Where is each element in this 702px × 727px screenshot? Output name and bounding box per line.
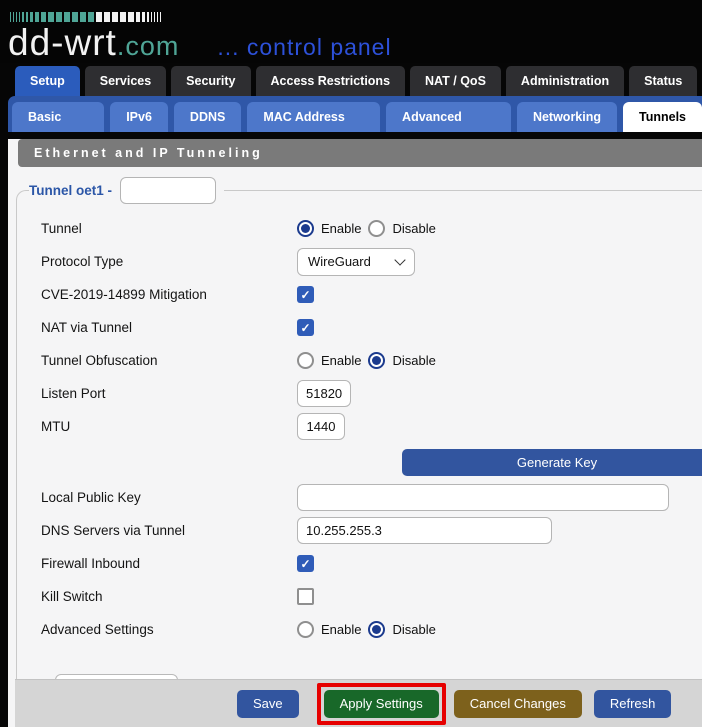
subtab-basic-setup[interactable]: Basic Setup <box>12 102 104 132</box>
firewall-inbound-label: Firewall Inbound <box>41 556 297 571</box>
firewall-inbound-checkbox[interactable] <box>297 555 314 572</box>
subtab-networking[interactable]: Networking <box>517 102 617 132</box>
row-firewall-inbound: Firewall Inbound <box>29 547 702 580</box>
tunnel-enable-radio[interactable] <box>297 220 314 237</box>
local-public-key-label: Local Public Key <box>41 490 297 505</box>
tunnel-disable-radio[interactable] <box>368 220 385 237</box>
kill-switch-checkbox[interactable] <box>297 588 314 605</box>
control-panel-tagline: ... control panel <box>217 34 391 61</box>
tab-security[interactable]: Security <box>171 66 250 96</box>
chevron-down-icon <box>394 254 405 265</box>
red-highlight-annotation: Apply Settings <box>317 683 446 725</box>
tunnel-oet1-label: Tunnel oet1 - <box>29 183 112 198</box>
subtab-mac-address-clone[interactable]: MAC Address Clone <box>247 102 380 132</box>
logo-dotcom: .com <box>117 31 180 62</box>
mtu-label: MTU <box>41 419 297 434</box>
row-dns-servers: DNS Servers via Tunnel <box>29 514 702 547</box>
nat-via-tunnel-label: NAT via Tunnel <box>41 320 297 335</box>
content-area: Ethernet and IP Tunneling Tunnel oet1 - … <box>8 139 702 727</box>
listen-port-input[interactable] <box>297 380 351 407</box>
main-tab-bar: Setup Services Security Access Restricti… <box>15 66 702 96</box>
row-listen-port: Listen Port <box>29 377 702 410</box>
advanced-disable-label: Disable <box>392 622 435 637</box>
row-generate-key: Generate Key <box>29 443 702 481</box>
row-mtu: MTU <box>29 410 702 443</box>
protocol-type-label: Protocol Type <box>41 254 297 269</box>
subtab-ipv6[interactable]: IPv6 <box>110 102 168 132</box>
mtu-input[interactable] <box>297 413 345 440</box>
row-nat-via-tunnel: NAT via Tunnel <box>29 311 702 344</box>
dns-servers-input[interactable] <box>297 517 552 544</box>
cancel-changes-button[interactable]: Cancel Changes <box>454 690 582 718</box>
obfuscation-disable-label: Disable <box>392 353 435 368</box>
row-protocol-type: Protocol Type WireGuard <box>29 245 702 278</box>
nat-via-tunnel-checkbox[interactable] <box>297 319 314 336</box>
cve-mitigation-label: CVE-2019-14899 Mitigation <box>41 287 297 302</box>
obfuscation-enable-radio[interactable] <box>297 352 314 369</box>
sub-tab-bar: Basic Setup IPv6 DDNS MAC Address Clone … <box>8 96 702 132</box>
footer-action-bar: Save Apply Settings Cancel Changes Refre… <box>15 679 702 727</box>
tunnel-obfuscation-label: Tunnel Obfuscation <box>41 353 297 368</box>
subtab-tunnels[interactable]: Tunnels <box>623 102 702 132</box>
tunnel-oet1-fieldset: Tunnel oet1 - Tunnel Enable Disable Prot… <box>16 177 702 727</box>
advanced-disable-radio[interactable] <box>368 621 385 638</box>
kill-switch-label: Kill Switch <box>41 589 297 604</box>
tunnel-oet1-legend: Tunnel oet1 - <box>29 177 224 204</box>
obfuscation-enable-label: Enable <box>321 353 361 368</box>
generate-key-button[interactable]: Generate Key <box>402 449 702 476</box>
listen-port-label: Listen Port <box>41 386 297 401</box>
tunnel-label: Tunnel <box>41 221 297 236</box>
row-tunnel-obfuscation: Tunnel Obfuscation Enable Disable <box>29 344 702 377</box>
logo-ddwrt: dd-wrt <box>8 22 117 64</box>
local-public-key-input[interactable] <box>297 484 669 511</box>
cve-mitigation-checkbox[interactable] <box>297 286 314 303</box>
section-title: Ethernet and IP Tunneling <box>18 139 702 167</box>
row-cve-mitigation: CVE-2019-14899 Mitigation <box>29 278 702 311</box>
protocol-type-select[interactable]: WireGuard <box>297 248 415 276</box>
tab-access-restrictions[interactable]: Access Restrictions <box>256 66 406 96</box>
subtab-advanced-routing[interactable]: Advanced Routing <box>386 102 511 132</box>
row-advanced-settings: Advanced Settings Enable Disable <box>29 613 702 646</box>
apply-settings-button[interactable]: Apply Settings <box>324 690 439 718</box>
tunnel-enable-label: Enable <box>321 221 361 236</box>
row-local-public-key: Local Public Key <box>29 481 702 514</box>
signal-bars-icon <box>10 12 161 22</box>
row-kill-switch: Kill Switch <box>29 580 702 613</box>
tab-services[interactable]: Services <box>85 66 166 96</box>
subtab-ddns[interactable]: DDNS <box>174 102 241 132</box>
advanced-settings-label: Advanced Settings <box>41 622 297 637</box>
tab-status[interactable]: Status <box>629 66 697 96</box>
tunnel-disable-label: Disable <box>392 221 435 236</box>
advanced-enable-radio[interactable] <box>297 621 314 638</box>
save-button[interactable]: Save <box>237 690 299 718</box>
dd-wrt-control-panel: dd-wrt.com ... control panel Setup Servi… <box>0 0 702 727</box>
refresh-button[interactable]: Refresh <box>594 690 672 718</box>
header: dd-wrt.com ... control panel <box>0 0 702 63</box>
tunnel-name-input[interactable] <box>120 177 216 204</box>
tab-administration[interactable]: Administration <box>506 66 624 96</box>
advanced-enable-label: Enable <box>321 622 361 637</box>
row-tunnel: Tunnel Enable Disable <box>29 212 702 245</box>
obfuscation-disable-radio[interactable] <box>368 352 385 369</box>
dns-servers-label: DNS Servers via Tunnel <box>41 523 297 538</box>
tab-nat-qos[interactable]: NAT / QoS <box>410 66 501 96</box>
tunnel-form: Tunnel Enable Disable Protocol Type Wire… <box>29 212 702 646</box>
protocol-type-value: WireGuard <box>308 254 371 269</box>
tab-setup[interactable]: Setup <box>15 66 80 96</box>
